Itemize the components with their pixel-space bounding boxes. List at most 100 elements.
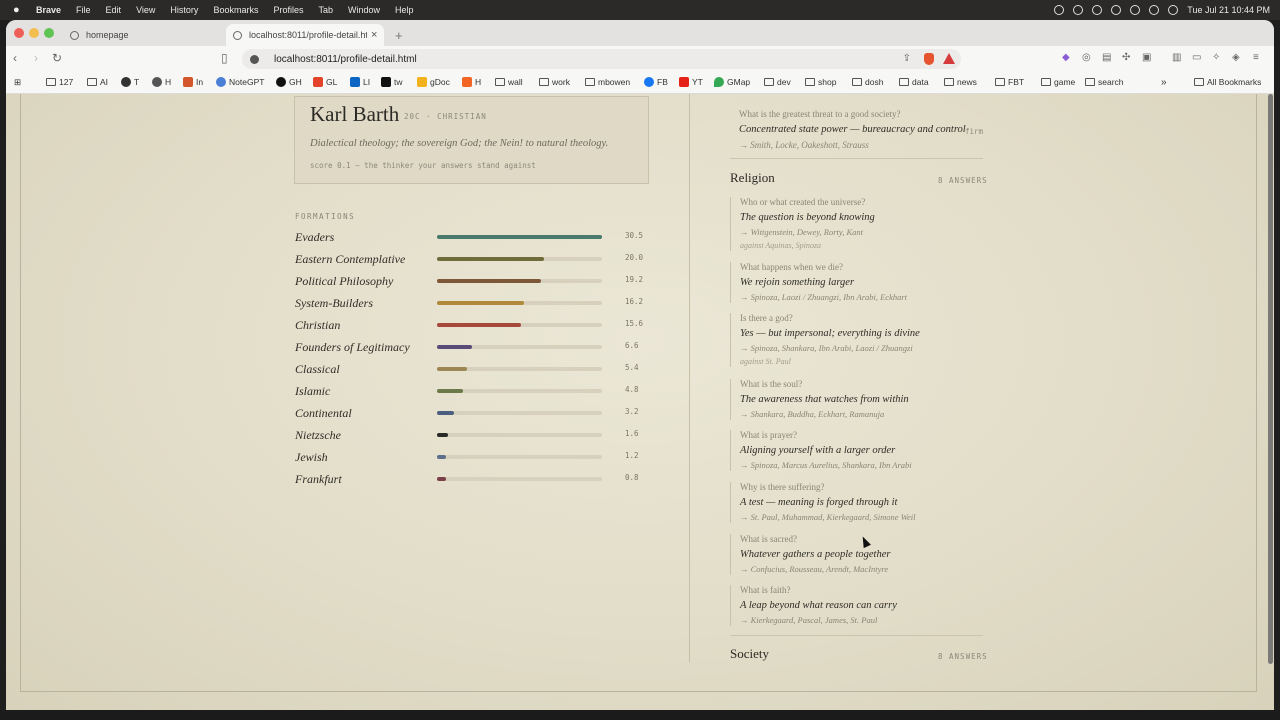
- firmness-tag: firm: [965, 127, 984, 136]
- record-icon[interactable]: [1054, 5, 1065, 15]
- wallet-icon[interactable]: ▭: [1192, 51, 1201, 65]
- bookmark-yt[interactable]: YT: [679, 77, 703, 87]
- sync-icon[interactable]: [1092, 5, 1103, 15]
- menu-window[interactable]: Window: [348, 5, 380, 15]
- bookmark-mbowen[interactable]: mbowen: [585, 77, 630, 87]
- onepassword-extension-icon[interactable]: ◎: [1082, 51, 1091, 65]
- bookmark-127[interactable]: 127: [46, 77, 73, 87]
- favicon: [183, 77, 193, 87]
- answer-block: Who or what created the universe? The que…: [730, 197, 990, 251]
- bookmark-label: wall: [508, 77, 523, 87]
- bookmark-h[interactable]: H: [152, 77, 171, 87]
- bowtie-icon[interactable]: [1130, 5, 1141, 15]
- reload-icon[interactable]: ↻: [52, 51, 62, 65]
- url-text[interactable]: localhost:8011/profile-detail.html: [274, 54, 417, 65]
- bookmark-gmap[interactable]: GMap: [714, 77, 750, 87]
- apple-icon[interactable]: ●: [13, 5, 23, 16]
- bookmark-fbt[interactable]: FBT: [995, 77, 1024, 87]
- zoom-window-icon[interactable]: [44, 28, 54, 38]
- formation-row: Nietzsche 1.6: [295, 426, 655, 448]
- answer-text: The question is beyond knowing: [740, 212, 875, 223]
- folder-icon: [585, 78, 595, 86]
- menu-icon[interactable]: ≡: [1253, 51, 1259, 65]
- formation-bar-fill: [437, 345, 472, 349]
- menu-app[interactable]: Brave: [36, 5, 61, 15]
- minimize-window-icon[interactable]: [29, 28, 39, 38]
- answer-thinkers: → Spinoza, Marcus Aurelius, Shankara, Ib…: [740, 460, 912, 470]
- bookmark-work[interactable]: work: [539, 77, 570, 87]
- bookmark-icon[interactable]: ▯: [221, 51, 228, 65]
- leo-ai-icon[interactable]: ◆: [1062, 51, 1070, 65]
- menubar-clock[interactable]: Tue Jul 21 10:44 PM: [1187, 5, 1270, 15]
- tab-profile-detail[interactable]: localhost:8011/profile-detail.ht ×: [226, 24, 384, 46]
- new-tab-button[interactable]: +: [395, 24, 403, 46]
- back-icon[interactable]: ‹: [13, 51, 17, 65]
- formation-value: 1.2: [625, 451, 639, 460]
- tab-homepage[interactable]: homepage: [64, 24, 224, 46]
- site-info-icon[interactable]: [250, 54, 259, 64]
- extension-box-icon[interactable]: ▣: [1142, 51, 1151, 65]
- bookmark-gh[interactable]: GH: [276, 77, 302, 87]
- menu-edit[interactable]: Edit: [106, 5, 122, 15]
- bookmark-t[interactable]: T: [121, 77, 139, 87]
- bookmark-ai[interactable]: AI: [87, 77, 108, 87]
- bookmark-search[interactable]: search: [1085, 77, 1124, 87]
- close-tab-icon[interactable]: ×: [371, 29, 377, 41]
- scrollbar-thumb[interactable]: [1268, 94, 1273, 664]
- bookmark-label: H: [165, 77, 172, 87]
- bookmark-fb[interactable]: FB: [644, 77, 668, 87]
- more-bookmarks-icon[interactable]: »: [1161, 77, 1167, 88]
- bookmark-wall[interactable]: wall: [495, 77, 523, 87]
- onepassword-icon[interactable]: [1073, 5, 1084, 15]
- bookmark-notegpt[interactable]: NoteGPT: [216, 77, 264, 87]
- bookmark-game[interactable]: game: [1041, 77, 1075, 87]
- answer-against: against St. Paul: [740, 357, 791, 366]
- answer-block: Is there a god? Yes — but impersonal; eve…: [730, 313, 990, 367]
- bookmark-gdoc[interactable]: gDoc: [417, 77, 450, 87]
- linkedin-icon: [350, 77, 360, 87]
- bookmark-in[interactable]: In: [183, 77, 203, 87]
- globe-icon: [70, 30, 79, 40]
- puzzle-icon[interactable]: ✣: [1122, 51, 1130, 65]
- menu-history[interactable]: History: [170, 5, 198, 15]
- calendar-icon[interactable]: [1149, 5, 1160, 15]
- address-bar[interactable]: localhost:8011/profile-detail.html ⇪: [242, 49, 961, 69]
- menu-profiles[interactable]: Profiles: [273, 5, 303, 15]
- bookmark-gl[interactable]: GL: [313, 77, 337, 87]
- all-bookmarks[interactable]: All Bookmarks: [1194, 77, 1261, 87]
- globe-icon: [233, 30, 242, 40]
- formation-row: Continental 3.2: [295, 404, 655, 426]
- forward-icon[interactable]: ›: [34, 51, 38, 65]
- bookmark-news[interactable]: news: [944, 77, 977, 87]
- close-window-icon[interactable]: [14, 28, 24, 38]
- answer-thinkers: → St. Paul, Muhammad, Kierkegaard, Simon…: [740, 512, 916, 522]
- menu-file[interactable]: File: [76, 5, 91, 15]
- favicon: [121, 77, 131, 87]
- apps-grid-icon[interactable]: ⊞: [14, 77, 21, 88]
- bookmark-li[interactable]: LI: [350, 77, 370, 87]
- brave-shields-icon[interactable]: [924, 53, 934, 65]
- bookmark-hn[interactable]: H: [462, 77, 481, 87]
- bookmark-shop[interactable]: shop: [805, 77, 836, 87]
- folder-icon: [944, 78, 954, 86]
- answer-text: Aligning yourself with a larger order: [740, 445, 896, 456]
- menu-tab[interactable]: Tab: [318, 5, 333, 15]
- sidebar-icon[interactable]: ▥: [1172, 51, 1181, 65]
- bookmark-dosh[interactable]: dosh: [852, 77, 883, 87]
- control-center-icon[interactable]: [1168, 5, 1179, 15]
- bookmark-dev[interactable]: dev: [764, 77, 791, 87]
- menu-bookmarks[interactable]: Bookmarks: [213, 5, 258, 15]
- bookmark-label: mbowen: [598, 77, 631, 87]
- menu-help[interactable]: Help: [395, 5, 414, 15]
- answer-text: Yes — but impersonal; everything is divi…: [740, 328, 920, 339]
- brave-rewards-icon[interactable]: [943, 53, 955, 64]
- answer-text: A test — meaning is forged through it: [740, 497, 898, 508]
- vpn-icon[interactable]: ◈: [1232, 51, 1240, 65]
- menu-view[interactable]: View: [136, 5, 155, 15]
- bookmark-tw[interactable]: tw: [381, 77, 403, 87]
- extension-icon[interactable]: ▤: [1102, 51, 1111, 65]
- sparkle-icon[interactable]: ✧: [1212, 51, 1220, 65]
- power-icon[interactable]: [1111, 5, 1122, 15]
- bookmark-data[interactable]: data: [899, 77, 929, 87]
- share-icon[interactable]: ⇪: [903, 53, 911, 64]
